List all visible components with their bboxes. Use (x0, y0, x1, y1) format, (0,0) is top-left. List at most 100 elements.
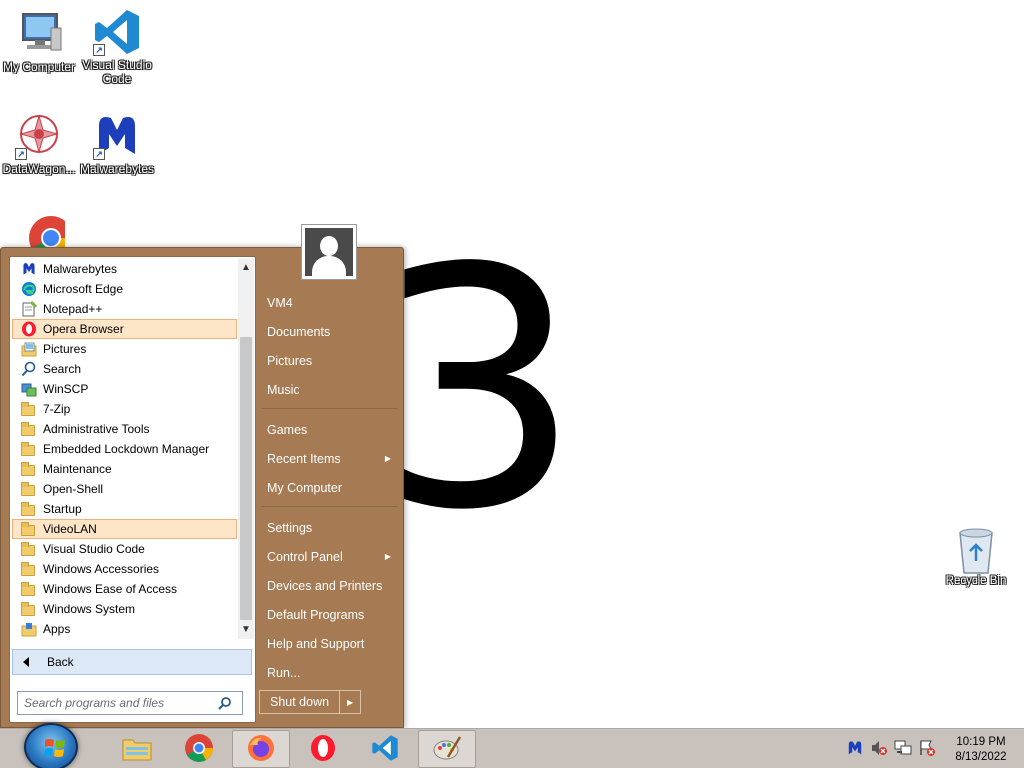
program-item-pictures[interactable]: Pictures (12, 339, 237, 359)
menu-item-recent-items[interactable]: Recent Items ▶ (259, 444, 399, 473)
menu-item-settings[interactable]: Settings (259, 513, 399, 542)
program-item-maintenance[interactable]: Maintenance (12, 459, 237, 479)
menu-item-music[interactable]: Music (259, 375, 399, 404)
program-item-label: Microsoft Edge (43, 282, 124, 296)
folder-icon (21, 521, 37, 537)
program-item-startup[interactable]: Startup (12, 499, 237, 519)
clock-time: 10:19 PM (956, 736, 1006, 748)
program-item-winscp[interactable]: WinSCP (12, 379, 237, 399)
scroll-up-icon[interactable]: ▲ (238, 259, 254, 277)
search-icon[interactable] (218, 696, 232, 710)
shutdown-button-group: Shut down ▶ (259, 690, 362, 714)
datawagon-icon: ↗ (13, 110, 65, 162)
program-item-notepad-[interactable]: Notepad++ (12, 299, 237, 319)
taskbar-firefox[interactable] (232, 730, 290, 768)
program-item-embedded-lockdown-manager[interactable]: Embedded Lockdown Manager (12, 439, 237, 459)
folder-icon (21, 481, 37, 497)
program-item-7-zip[interactable]: 7-Zip (12, 399, 237, 419)
program-item-videolan[interactable]: VideoLAN (12, 519, 237, 539)
menu-item-label: Settings (267, 520, 313, 535)
menu-item-label: Default Programs (267, 607, 365, 622)
menu-separator (261, 408, 397, 409)
desktop-icon-label: DataWagon... (2, 162, 76, 176)
taskbar-file-explorer[interactable] (108, 730, 166, 768)
menu-item-label: Run... (267, 665, 301, 680)
user-avatar[interactable] (301, 224, 357, 280)
recycle-bin-icon (954, 525, 998, 575)
folder-icon (21, 461, 37, 477)
program-item-windows-ease-of-access[interactable]: Windows Ease of Access (12, 579, 237, 599)
menu-item-label: VM4 (267, 295, 293, 310)
menu-item-control-panel[interactable]: Control Panel ▶ (259, 542, 399, 571)
start-search-input[interactable] (18, 693, 218, 713)
shutdown-options-arrow-icon[interactable]: ▶ (340, 691, 360, 713)
start-menu-programs-panel: Malwarebytes Microsoft Edge Notepad++ Opera… (9, 256, 256, 723)
menu-item-my-computer[interactable]: My Computer (259, 473, 399, 502)
malwarebytes-icon: ↗ (91, 110, 143, 162)
back-arrow-icon (23, 657, 29, 667)
menu-item-games[interactable]: Games (259, 415, 399, 444)
winscp-icon (21, 381, 37, 397)
desktop-icon-malwarebytes[interactable]: ↗ Malwarebytes (78, 110, 156, 176)
desktop-icon-my-computer[interactable]: My Computer (0, 8, 78, 74)
program-item-search[interactable]: Search (12, 359, 237, 379)
taskbar-opera[interactable] (294, 730, 352, 768)
program-item-label: Windows Accessories (43, 562, 160, 576)
program-item-visual-studio-code[interactable]: Visual Studio Code (12, 539, 237, 559)
program-item-administrative-tools[interactable]: Administrative Tools (12, 419, 237, 439)
program-item-malwarebytes[interactable]: Malwarebytes (12, 259, 237, 279)
chrome-icon (184, 733, 214, 766)
program-item-label: Maintenance (43, 462, 112, 476)
menu-item-vm4[interactable]: VM4 (259, 288, 399, 317)
shortcut-arrow-icon: ↗ (15, 148, 27, 160)
folder-icon (21, 501, 37, 517)
folder-icon (21, 401, 37, 417)
back-button-label: Back (47, 655, 74, 669)
folder-icon (21, 541, 37, 557)
program-item-label: Search (43, 362, 82, 376)
program-item-opera-browser[interactable]: Opera Browser (12, 319, 237, 339)
desktop-icon-recycle-bin[interactable]: Recycle Bin (940, 525, 1012, 587)
taskbar-clock[interactable]: 10:19 PM 8/13/2022 (948, 735, 1014, 765)
volume-muted-icon[interactable] (870, 739, 888, 757)
program-item-microsoft-edge[interactable]: Microsoft Edge (12, 279, 237, 299)
program-item-label: Apps (43, 622, 71, 636)
desktop-icon-datawagon[interactable]: ↗ DataWagon... (0, 110, 78, 176)
desktop-icon-label: My Computer (2, 60, 76, 74)
program-item-label: 7-Zip (43, 402, 71, 416)
menu-item-help-and-support[interactable]: Help and Support (259, 629, 399, 658)
menu-item-default-programs[interactable]: Default Programs (259, 600, 399, 629)
shutdown-button[interactable]: Shut down (260, 691, 341, 713)
start-button[interactable] (18, 721, 84, 768)
scrollbar-thumb[interactable] (240, 337, 252, 620)
search-icon (21, 361, 37, 377)
start-search-box[interactable] (17, 691, 243, 715)
back-button[interactable]: Back (12, 649, 252, 675)
taskbar-vscode[interactable] (356, 730, 414, 768)
program-item-windows-accessories[interactable]: Windows Accessories (12, 559, 237, 579)
program-item-open-shell[interactable]: Open-Shell (12, 479, 237, 499)
taskbar-chrome[interactable] (170, 730, 228, 768)
program-item-label: Startup (43, 502, 82, 516)
menu-item-run[interactable]: Run... (259, 658, 399, 687)
program-item-apps[interactable]: Apps (12, 619, 237, 639)
menu-item-pictures[interactable]: Pictures (259, 346, 399, 375)
edge-icon (21, 281, 37, 297)
program-item-label: Open-Shell (43, 482, 104, 496)
network-icon[interactable] (894, 739, 912, 757)
clock-date: 8/13/2022 (955, 751, 1007, 763)
menu-item-label: Games (267, 422, 308, 437)
malwarebytes-icon[interactable] (846, 739, 864, 757)
scroll-down-icon[interactable]: ▼ (238, 621, 254, 639)
desktop-icon-vscode[interactable]: ↗ Visual Studio Code (78, 6, 156, 86)
program-item-windows-system[interactable]: Windows System (12, 599, 237, 619)
program-item-label: WinSCP (43, 382, 89, 396)
menu-item-documents[interactable]: Documents (259, 317, 399, 346)
program-list-scrollbar[interactable]: ▲ ▼ (238, 259, 254, 639)
action-center-icon[interactable] (918, 739, 936, 757)
paint-icon (432, 733, 462, 766)
taskbar-paint[interactable] (418, 730, 476, 768)
menu-item-devices-and-printers[interactable]: Devices and Printers (259, 571, 399, 600)
menu-item-label: Control Panel (267, 549, 343, 564)
computer-icon (13, 8, 65, 60)
